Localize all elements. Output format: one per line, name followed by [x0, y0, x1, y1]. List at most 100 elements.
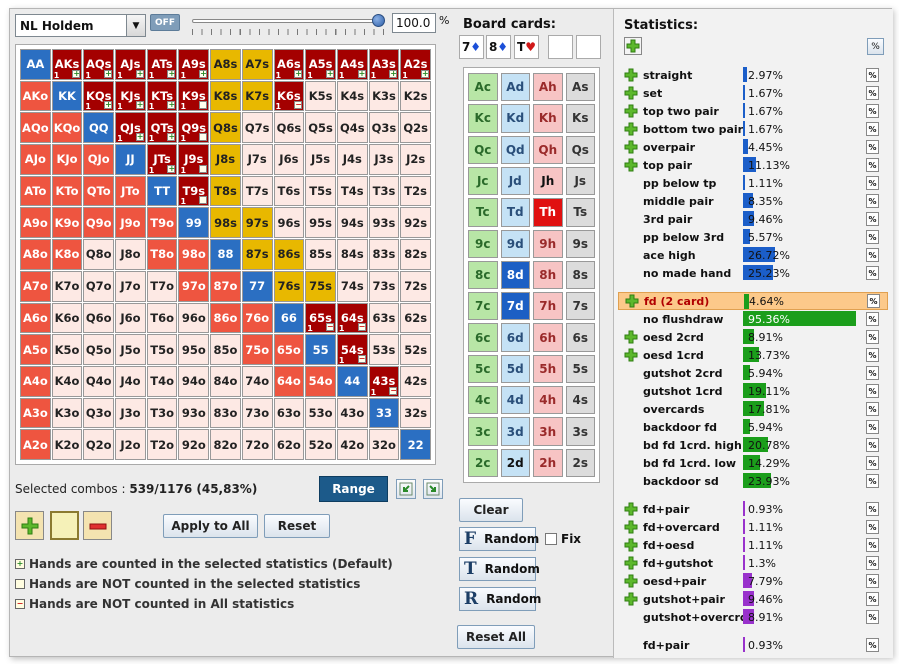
hand-cell-Q4o[interactable]: Q4o: [83, 365, 115, 397]
card-5h[interactable]: 5h: [533, 354, 563, 384]
hand-cell-T5s[interactable]: T5s: [305, 175, 336, 207]
hand-cell-QJs[interactable]: QJs 1 +: [115, 112, 146, 144]
hand-cell-A6o[interactable]: A6o: [20, 302, 51, 334]
import-range-icon[interactable]: [396, 479, 416, 499]
hand-cell-K8o[interactable]: K8o: [51, 239, 83, 270]
stat-percent-button[interactable]: %: [866, 194, 879, 208]
plus-icon[interactable]: [624, 556, 638, 570]
hand-cell-JTs[interactable]: JTs 1 +: [146, 144, 178, 175]
hand-cell-A3s[interactable]: A3s 1 +: [368, 49, 400, 80]
hand-cell-33[interactable]: 33: [368, 397, 400, 429]
card-Qh[interactable]: Qh: [533, 135, 563, 164]
card-Jc[interactable]: Jc: [468, 166, 498, 196]
plus-icon[interactable]: [624, 502, 638, 516]
hand-cell-T6o[interactable]: T6o: [146, 302, 178, 334]
hand-cell-K8s[interactable]: K8s: [210, 80, 241, 112]
random-flop-button[interactable]: F Random: [459, 527, 539, 551]
game-type-select[interactable]: NL Holdem ▼: [15, 14, 146, 37]
stat-row-backdoor-sd[interactable]: backdoor sd 23.93%%: [614, 472, 890, 490]
hand-cell-JJ[interactable]: JJ: [115, 144, 146, 175]
hand-cell-AQs[interactable]: AQs 1 +: [83, 49, 115, 80]
hand-cell-A6s[interactable]: A6s 1 +: [273, 49, 305, 80]
board-slot-5[interactable]: [576, 35, 601, 59]
hand-cell-K6s[interactable]: K6s 1−: [273, 80, 305, 112]
stat-row-fd-pair[interactable]: fd+pair 0.93%%: [614, 500, 890, 518]
hand-cell-73o[interactable]: 73o: [241, 397, 273, 429]
hand-cell-T4s[interactable]: T4s: [336, 175, 368, 207]
card-6d[interactable]: 6d: [500, 323, 530, 352]
hand-cell-77[interactable]: 77: [241, 270, 273, 302]
hand-cell-K9s[interactable]: K9s 1: [178, 80, 210, 112]
stat-percent-button[interactable]: %: [866, 140, 879, 154]
stat-percent-button[interactable]: %: [866, 438, 879, 452]
stat-percent-button[interactable]: %: [866, 638, 879, 652]
hand-cell-A3o[interactable]: A3o: [20, 397, 51, 429]
hand-cell-62s[interactable]: 62s: [400, 302, 431, 334]
hand-cell-76s[interactable]: 76s: [273, 270, 305, 302]
hand-cell-T4o[interactable]: T4o: [146, 365, 178, 397]
stat-percent-button[interactable]: %: [866, 520, 879, 534]
hand-cell-74o[interactable]: 74o: [241, 365, 273, 397]
hand-cell-63s[interactable]: 63s: [368, 302, 400, 334]
hand-cell-K2o[interactable]: K2o: [51, 429, 83, 460]
hand-cell-82s[interactable]: 82s: [400, 239, 431, 270]
hand-cell-A5o[interactable]: A5o: [20, 334, 51, 365]
hand-cell-K4s[interactable]: K4s: [336, 80, 368, 112]
hand-cell-J6o[interactable]: J6o: [115, 302, 146, 334]
plus-icon[interactable]: [624, 68, 638, 82]
board-slot-4[interactable]: [548, 35, 573, 59]
hand-cell-J9s[interactable]: J9s 1: [178, 144, 210, 175]
hand-cell-T8o[interactable]: T8o: [146, 239, 178, 270]
hand-cell-97s[interactable]: 97s: [241, 207, 273, 239]
hand-cell-86o[interactable]: 86o: [210, 302, 241, 334]
hand-cell-T2o[interactable]: T2o: [146, 429, 178, 460]
hand-cell-Q3s[interactable]: Q3s: [368, 112, 400, 144]
hand-cell-75s[interactable]: 75s: [305, 270, 336, 302]
hand-cell-94o[interactable]: 94o: [178, 365, 210, 397]
hand-cell-54s[interactable]: 54s 1−: [336, 334, 368, 365]
hand-cell-93s[interactable]: 93s: [368, 207, 400, 239]
stat-percent-button[interactable]: %: [866, 104, 879, 118]
hand-cell-J4s[interactable]: J4s: [336, 144, 368, 175]
stat-percent-button[interactable]: %: [866, 556, 879, 570]
hand-cell-J9o[interactable]: J9o: [115, 207, 146, 239]
hand-cell-Q8o[interactable]: Q8o: [83, 239, 115, 270]
card-2h[interactable]: 2h: [533, 448, 563, 477]
board-slot-1[interactable]: 7 ♦: [459, 35, 484, 59]
hand-cell-K7s[interactable]: K7s: [241, 80, 273, 112]
hand-cell-ATs[interactable]: ATs 1 +: [146, 49, 178, 80]
hand-cell-Q9o[interactable]: Q9o: [83, 207, 115, 239]
hand-cell-92s[interactable]: 92s: [400, 207, 431, 239]
hand-cell-KTo[interactable]: KTo: [51, 175, 83, 207]
hand-cell-ATo[interactable]: ATo: [20, 175, 51, 207]
hand-cell-93o[interactable]: 93o: [178, 397, 210, 429]
hand-cell-K9o[interactable]: K9o: [51, 207, 83, 239]
stat-row-set[interactable]: set 1.67%%: [614, 84, 890, 102]
hand-cell-96s[interactable]: 96s: [273, 207, 305, 239]
stat-row-fd-overcard[interactable]: fd+overcard 1.11%%: [614, 518, 890, 536]
card-7c[interactable]: 7c: [468, 292, 498, 321]
hand-cell-J2o[interactable]: J2o: [115, 429, 146, 460]
hand-cell-J5o[interactable]: J5o: [115, 334, 146, 365]
plus-icon[interactable]: [624, 330, 638, 344]
hand-cell-A5s[interactable]: A5s 1 +: [305, 49, 336, 80]
hand-cell-KK[interactable]: KK: [51, 80, 83, 112]
hand-cell-JTo[interactable]: JTo: [115, 175, 146, 207]
hand-cell-54o[interactable]: 54o: [305, 365, 336, 397]
hand-cell-T3s[interactable]: T3s: [368, 175, 400, 207]
hand-cell-TT[interactable]: TT: [146, 175, 178, 207]
card-4d[interactable]: 4d: [500, 386, 530, 415]
hand-cell-22[interactable]: 22: [400, 429, 431, 460]
hand-cell-KQo[interactable]: KQo: [51, 112, 83, 144]
card-Ts[interactable]: Ts: [565, 198, 595, 227]
stat-row-oesd-1crd[interactable]: oesd 1crd 13.73%%: [614, 346, 890, 364]
stat-percent-button[interactable]: %: [866, 474, 879, 488]
hand-cell-K2s[interactable]: K2s: [400, 80, 431, 112]
hand-cell-K6o[interactable]: K6o: [51, 302, 83, 334]
hand-cell-83o[interactable]: 83o: [210, 397, 241, 429]
hand-cell-96o[interactable]: 96o: [178, 302, 210, 334]
stat-row-straight[interactable]: straight 2.97%%: [614, 66, 890, 84]
hand-cell-95s[interactable]: 95s: [305, 207, 336, 239]
hand-cell-T3o[interactable]: T3o: [146, 397, 178, 429]
plus-icon[interactable]: [624, 592, 638, 606]
